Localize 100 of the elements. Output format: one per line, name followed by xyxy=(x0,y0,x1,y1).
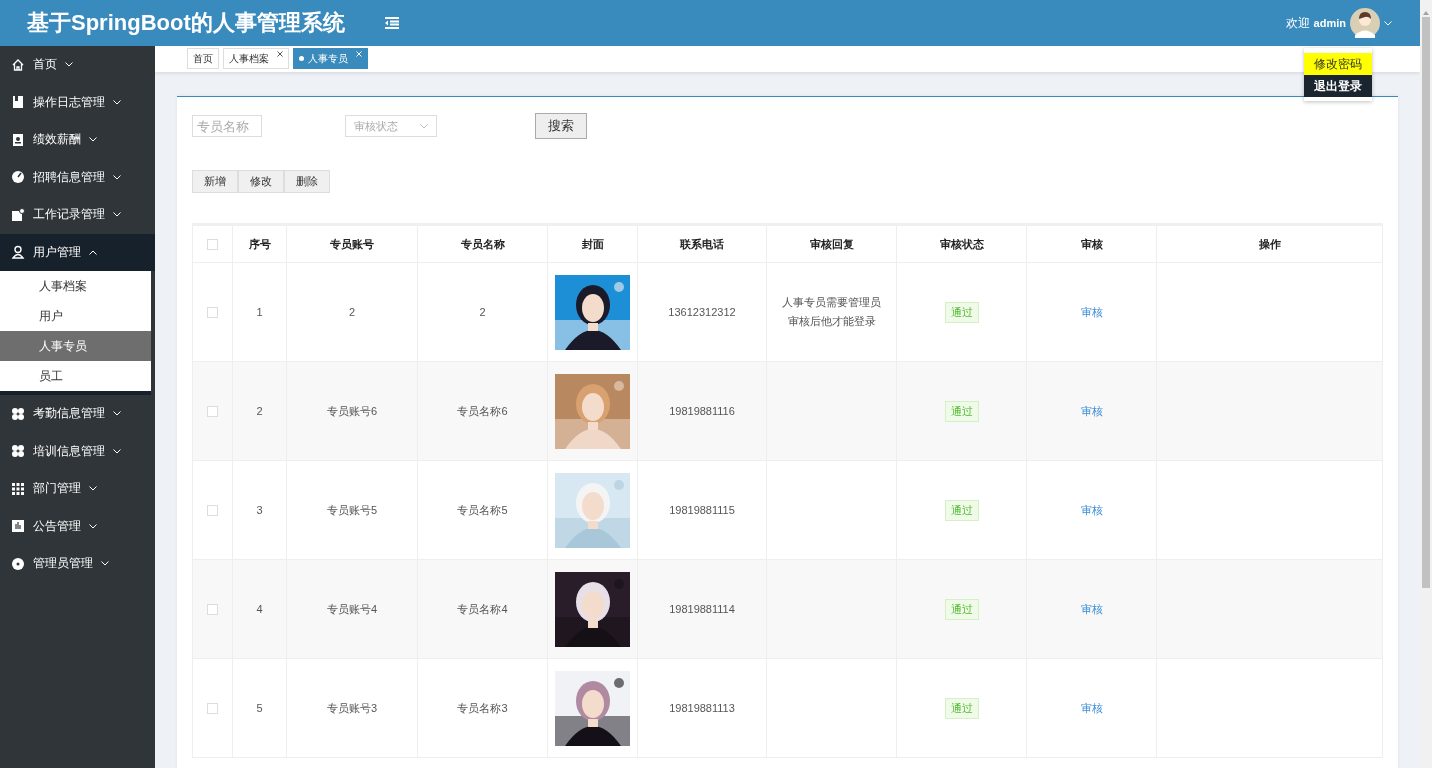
home-icon xyxy=(11,57,25,72)
column-header: 专员名称 xyxy=(460,237,505,250)
status-tag: 通过 xyxy=(944,697,979,719)
submenu-item[interactable]: 员工 xyxy=(0,361,151,391)
status-tag: 通过 xyxy=(944,499,979,521)
table-cell: 专员账号6 xyxy=(326,404,378,417)
sidebar-item[interactable]: 绩效薪酬 xyxy=(0,121,155,159)
audit-link[interactable]: 审核 xyxy=(1080,305,1103,318)
audit-link[interactable]: 审核 xyxy=(1080,503,1103,516)
menu-toggle-icon[interactable] xyxy=(384,17,399,29)
column-header: 联系电话 xyxy=(680,237,724,250)
name-search-field[interactable]: 专员名称 xyxy=(192,115,262,137)
row-checkbox[interactable] xyxy=(207,703,218,715)
sidebar-item[interactable]: 部门管理 xyxy=(0,470,155,508)
table-cell: 专员名称6 xyxy=(457,404,508,417)
audit-link[interactable]: 审核 xyxy=(1080,404,1103,417)
audit-link[interactable]: 审核 xyxy=(1080,701,1103,714)
status-tag: 通过 xyxy=(944,598,979,620)
table-cell: 2 xyxy=(479,306,486,318)
action-button[interactable]: 修改 xyxy=(238,170,284,193)
chevron-down-icon xyxy=(65,62,73,68)
row-checkbox[interactable] xyxy=(207,307,218,319)
active-dot-icon xyxy=(299,56,304,61)
status-tag: 通过 xyxy=(944,301,979,323)
sidebar-item[interactable]: 公告管理 xyxy=(0,507,155,545)
app-title: 基于SpringBoot的人事管理系统 xyxy=(27,9,345,37)
note-icon xyxy=(11,207,25,222)
audit-link[interactable]: 审核 xyxy=(1080,602,1103,615)
chevron-down-icon xyxy=(113,411,121,417)
table-cell: 2 xyxy=(348,306,356,318)
username[interactable]: admin xyxy=(1313,17,1346,29)
bookmark-icon xyxy=(11,95,25,110)
chevron-down-icon xyxy=(89,137,97,143)
chevron-down-icon xyxy=(420,123,428,129)
column-header: 序号 xyxy=(248,237,271,250)
table-cell: 19819881114 xyxy=(669,603,735,615)
submenu-item[interactable]: 人事专员 xyxy=(0,331,151,361)
grid-dots-icon xyxy=(11,406,25,421)
table-cell: 19819881116 xyxy=(669,405,735,417)
chevron-down-icon xyxy=(113,99,121,105)
page-tab[interactable]: 人事档案 xyxy=(223,48,289,69)
disc-icon xyxy=(11,556,25,571)
sidebar-item[interactable]: 用户管理 xyxy=(0,233,155,271)
table-cell: 19819881113 xyxy=(669,702,735,714)
chevron-down-icon xyxy=(113,212,121,218)
table-cell: 专员名称4 xyxy=(457,602,508,615)
row-checkbox[interactable] xyxy=(207,604,218,616)
sidebar-item[interactable]: 操作日志管理 xyxy=(0,83,155,121)
table-cell-text: 人事专员需要管理员审核后他才能登录 xyxy=(781,295,882,329)
chevron-down-icon xyxy=(1384,20,1392,26)
gauge-icon xyxy=(11,170,25,185)
submenu-item[interactable]: 人事档案 xyxy=(0,271,151,301)
sidebar-item[interactable]: 培训信息管理 xyxy=(0,432,155,470)
table-cell: 13612312312 xyxy=(668,306,736,318)
sidebar-item[interactable]: 招聘信息管理 xyxy=(0,158,155,196)
dropdown-item[interactable]: 退出登录 xyxy=(1304,75,1372,97)
table-cell: 3 xyxy=(256,504,263,516)
table-cell: 专员账号4 xyxy=(326,602,378,615)
sidebar-item[interactable]: 考勤信息管理 xyxy=(0,395,155,433)
submenu-item[interactable]: 用户 xyxy=(0,301,151,331)
search-button[interactable]: 搜索 xyxy=(535,113,587,139)
scrollbar-thumb[interactable] xyxy=(1422,17,1430,588)
column-header: 操作 xyxy=(1258,237,1281,250)
chevron-down-icon xyxy=(89,486,97,492)
table-cell: 19819881115 xyxy=(669,504,735,516)
chevron-down-icon xyxy=(113,174,121,180)
close-icon xyxy=(277,51,283,57)
table-cell: 专员名称3 xyxy=(457,701,508,714)
chevron-down-icon xyxy=(113,448,121,454)
table-cell: 4 xyxy=(256,603,263,615)
column-header: 专员账号 xyxy=(330,237,374,250)
table-cell: 专员账号5 xyxy=(326,503,378,516)
row-checkbox[interactable] xyxy=(207,505,218,517)
action-button[interactable]: 新增 xyxy=(192,170,238,193)
action-button[interactable]: 删除 xyxy=(284,170,330,193)
table-cell: 1 xyxy=(256,306,263,318)
chart-icon xyxy=(11,519,25,534)
close-icon xyxy=(356,51,362,57)
status-tag: 通过 xyxy=(944,400,979,422)
table-cell: 5 xyxy=(256,702,263,714)
table-cell: 专员名称5 xyxy=(457,503,508,516)
dropdown-item[interactable]: 修改密码 xyxy=(1304,53,1372,75)
id-card-icon xyxy=(11,132,25,147)
page-tab[interactable]: 人事专员 xyxy=(293,48,368,69)
column-header: 审核状态 xyxy=(939,237,984,250)
column-header: 审核回复 xyxy=(809,237,854,250)
sidebar-item[interactable]: 管理员管理 xyxy=(0,545,155,583)
scroll-up-icon xyxy=(1423,11,1429,15)
sidebar-item[interactable]: 工作记录管理 xyxy=(0,196,155,234)
table-cell: 2 xyxy=(256,405,263,417)
grid-icon xyxy=(11,481,25,496)
sidebar-item[interactable]: 首页 xyxy=(0,46,155,84)
column-header: 审核 xyxy=(1080,237,1103,250)
user-icon xyxy=(11,245,25,260)
select-all-checkbox[interactable] xyxy=(207,239,218,251)
row-checkbox[interactable] xyxy=(207,406,218,418)
grid-dots-icon xyxy=(11,444,25,459)
page-tab[interactable]: 首页 xyxy=(187,48,219,69)
welcome-text: 欢迎 xyxy=(1285,14,1310,32)
chevron-up-icon xyxy=(89,249,97,255)
